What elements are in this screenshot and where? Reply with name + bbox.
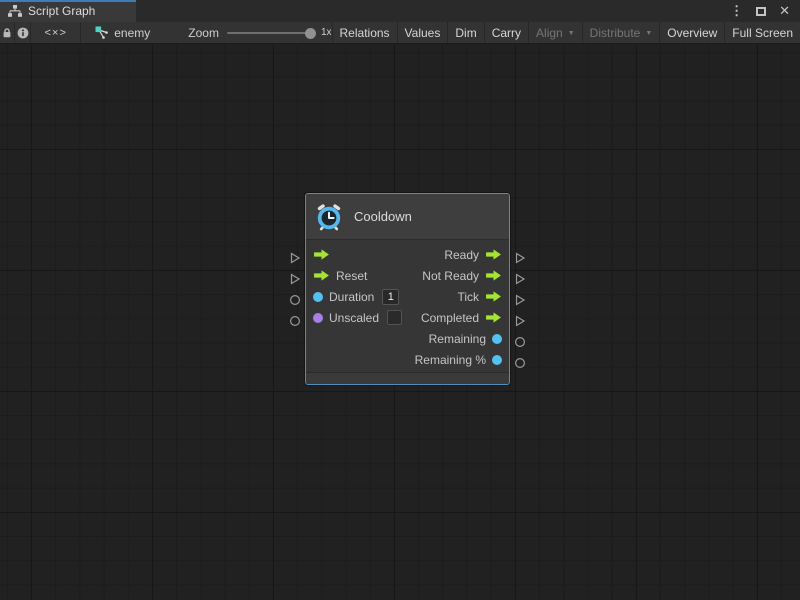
flow-arrow-icon — [313, 269, 330, 282]
align-dropdown: Align ▼ — [528, 22, 582, 43]
flow-output-connector[interactable] — [514, 294, 526, 306]
toolbar-buttons: Relations Values Dim Carry Align ▼ Distr… — [332, 22, 800, 43]
relations-button[interactable]: Relations — [332, 22, 397, 43]
maximize-icon[interactable] — [756, 7, 766, 16]
graph-canvas[interactable]: Cooldown Ready Reset — [0, 45, 800, 600]
node-footer — [306, 372, 509, 384]
unscaled-input-port[interactable]: Unscaled — [313, 310, 402, 325]
lock-button[interactable] — [0, 22, 15, 43]
number-port-icon — [492, 355, 502, 365]
data-input-connector[interactable] — [289, 294, 301, 306]
data-input-connector[interactable] — [289, 315, 301, 327]
data-output-connector[interactable] — [514, 336, 526, 348]
port-row: Remaining — [306, 328, 509, 349]
tab-script-graph[interactable]: Script Graph — [0, 0, 136, 22]
port-row: Unscaled Completed — [306, 307, 509, 328]
lock-icon — [1, 27, 13, 39]
flow-arrow-icon — [485, 311, 502, 324]
zoom-label: Zoom — [188, 26, 219, 40]
code-icon: <×> — [45, 27, 67, 39]
graph-name-label: enemy — [114, 26, 150, 40]
flow-input-port[interactable] — [313, 248, 336, 261]
overview-button[interactable]: Overview — [659, 22, 724, 43]
zoom-slider-handle[interactable] — [305, 28, 316, 39]
zoom-control: Zoom 1x — [188, 22, 331, 43]
dim-button[interactable]: Dim — [447, 22, 483, 43]
carry-button[interactable]: Carry — [484, 22, 528, 43]
graph-hierarchy-icon — [8, 5, 22, 17]
cooldown-node-header[interactable]: Cooldown — [306, 194, 509, 240]
chevron-down-icon: ▼ — [568, 30, 575, 37]
info-icon — [17, 27, 29, 39]
code-view-button[interactable]: <×> — [31, 22, 81, 43]
chevron-down-icon: ▼ — [645, 30, 652, 37]
menu-kebab-icon[interactable]: ⋮ — [730, 3, 743, 19]
title-bar: Script Graph ⋮ ✕ — [0, 0, 800, 22]
flow-arrow-icon — [485, 269, 502, 282]
flow-output-connector[interactable] — [514, 273, 526, 285]
flow-input-connector[interactable] — [289, 273, 301, 285]
flow-output-port[interactable]: Ready — [444, 248, 502, 262]
graph-variable-icon — [95, 26, 108, 39]
flow-output-connector[interactable] — [514, 315, 526, 327]
fullscreen-button[interactable]: Full Screen — [724, 22, 800, 43]
alarm-clock-icon — [314, 202, 344, 232]
port-row: Reset Not Ready — [306, 265, 509, 286]
window-controls: ⋮ ✕ — [730, 0, 800, 22]
data-output-connector[interactable] — [514, 357, 526, 369]
node-ports: Ready Reset Not Ready — [306, 240, 509, 370]
not-ready-output-port[interactable]: Not Ready — [422, 269, 502, 283]
close-icon[interactable]: ✕ — [779, 3, 790, 19]
duration-value-field[interactable]: 1 — [382, 289, 399, 305]
graph-breadcrumb[interactable]: enemy — [95, 22, 150, 43]
graph-toolbar: <×> enemy Zoom 1x Relations Values Dim C… — [0, 22, 800, 44]
flow-input-connector[interactable] — [289, 252, 301, 264]
tick-output-port[interactable]: Tick — [457, 290, 502, 304]
boolean-port-icon — [313, 313, 323, 323]
duration-input-port[interactable]: Duration 1 — [313, 289, 399, 305]
remaining-percent-output-port[interactable]: Remaining % — [415, 353, 502, 367]
values-button[interactable]: Values — [397, 22, 448, 43]
flow-output-connector[interactable] — [514, 252, 526, 264]
number-port-icon — [313, 292, 323, 302]
port-row: Ready — [306, 244, 509, 265]
zoom-value: 1x — [321, 27, 332, 38]
remaining-output-port[interactable]: Remaining — [429, 332, 502, 346]
unscaled-checkbox[interactable] — [387, 310, 402, 325]
zoom-slider[interactable] — [227, 32, 313, 34]
tab-accent-line — [0, 0, 136, 2]
node-title: Cooldown — [354, 209, 412, 224]
flow-arrow-icon — [485, 248, 502, 261]
script-graph-window: Script Graph ⋮ ✕ <×> — [0, 0, 800, 600]
reset-input-port[interactable]: Reset — [313, 269, 367, 283]
flow-arrow-icon — [485, 290, 502, 303]
completed-output-port[interactable]: Completed — [421, 311, 502, 325]
info-button[interactable] — [15, 22, 31, 43]
cooldown-node[interactable]: Cooldown Ready Reset — [305, 193, 510, 385]
port-row: Duration 1 Tick — [306, 286, 509, 307]
port-row: Remaining % — [306, 349, 509, 370]
flow-arrow-icon — [313, 248, 330, 261]
tab-label: Script Graph — [28, 4, 95, 18]
distribute-dropdown: Distribute ▼ — [582, 22, 660, 43]
number-port-icon — [492, 334, 502, 344]
